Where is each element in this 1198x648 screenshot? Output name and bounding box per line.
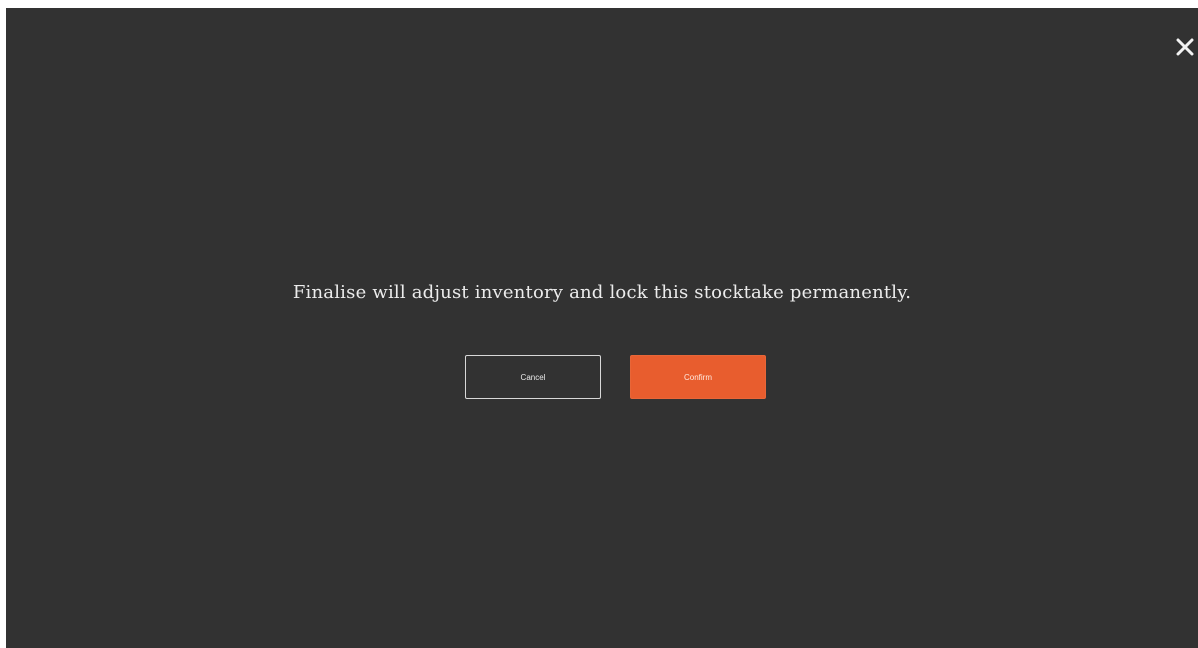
confirmation-overlay: Finalise will adjust inventory and lock … xyxy=(6,8,1198,648)
confirmation-message: Finalise will adjust inventory and lock … xyxy=(292,282,912,303)
close-icon xyxy=(1176,38,1194,56)
close-button[interactable] xyxy=(1172,34,1198,60)
cancel-button[interactable]: Cancel xyxy=(465,355,601,399)
confirm-button[interactable]: Confirm xyxy=(630,355,766,399)
cancel-button-label: Cancel xyxy=(520,372,546,382)
confirm-button-label: Confirm xyxy=(683,372,712,382)
page: Finalise will adjust inventory and lock … xyxy=(0,0,1198,648)
